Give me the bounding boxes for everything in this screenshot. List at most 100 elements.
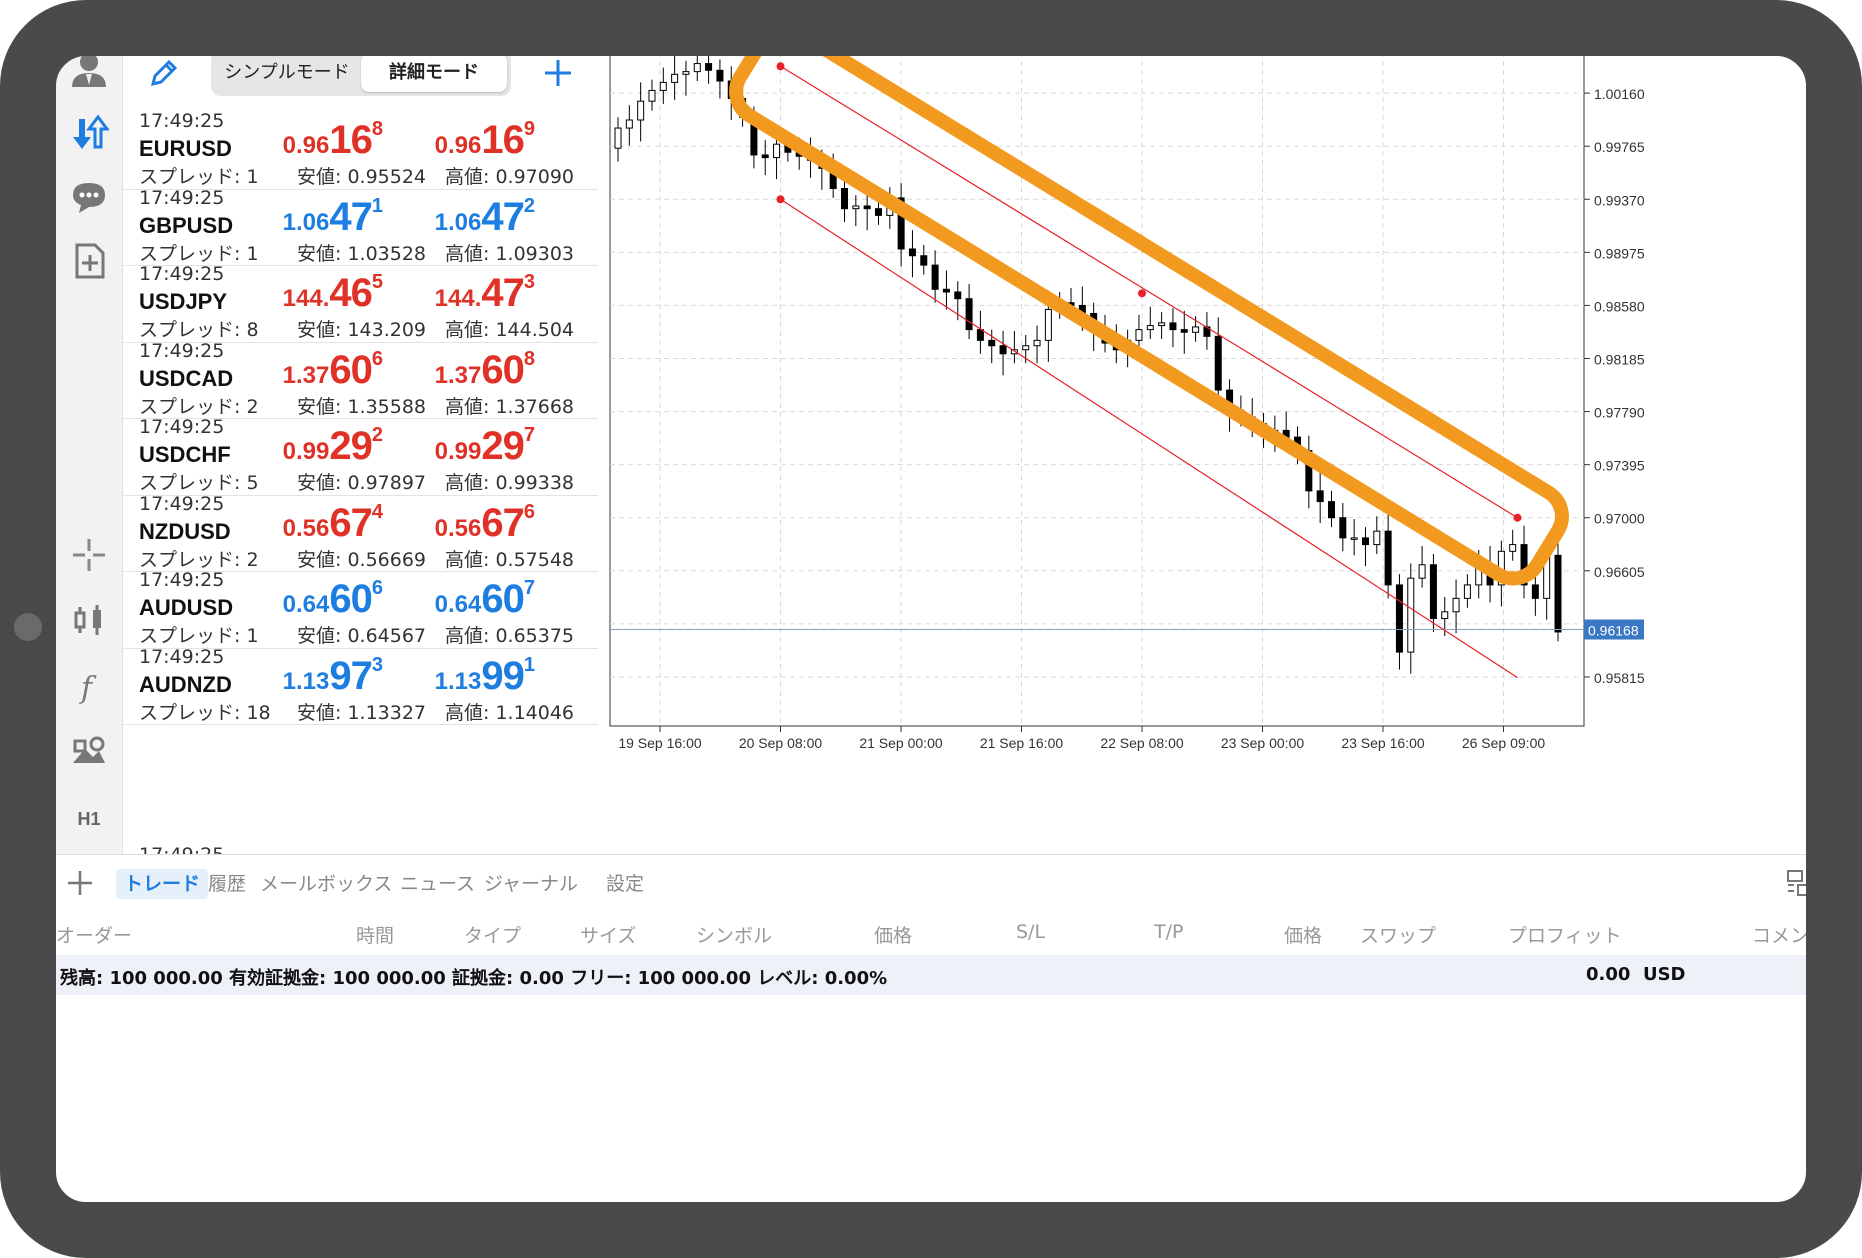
timeframe-icon[interactable]: H1: [68, 798, 110, 840]
ask-price[interactable]: 0.99297: [375, 424, 535, 469]
quote-row[interactable]: 17:49:25 GBPUSD スプレッド: 1 安値: 1.03528 高値: 1.0…: [123, 187, 598, 266]
tab-journal[interactable]: ジャーナル: [476, 869, 586, 899]
quote-low: 安値: 1.13327: [297, 701, 427, 724]
col-order[interactable]: オーダー: [56, 921, 132, 948]
price-chart[interactable]: 1.00555 1.00160 0.99765 0.99370 0.98975 0.985…: [604, 34, 1828, 854]
bid-price[interactable]: 1.06471: [223, 195, 383, 240]
tab-mailbox[interactable]: メールボックス: [252, 869, 400, 899]
col-type[interactable]: タイプ: [464, 921, 521, 948]
ask-price[interactable]: 1.37608: [375, 348, 535, 393]
ask-price[interactable]: 1.06472: [375, 195, 535, 240]
candle-body: [693, 63, 701, 73]
col-size[interactable]: サイズ: [580, 921, 636, 948]
ask-price-point: 7: [523, 424, 535, 446]
col-sl[interactable]: S/L: [1016, 921, 1045, 943]
col-time[interactable]: 時間: [356, 921, 394, 948]
quote-row[interactable]: 17:49:25 USDCAD スプレッド: 2 安値: 1.35588 高値: 1.3…: [123, 340, 598, 419]
candle-body: [1554, 554, 1562, 633]
channel-anchor-point: [776, 195, 785, 204]
candle-body: [1339, 517, 1347, 539]
objects-icon[interactable]: [68, 732, 110, 774]
candle-body: [1384, 530, 1392, 586]
candle-body: [1395, 584, 1403, 653]
new-order-icon[interactable]: [68, 240, 110, 282]
bid-price[interactable]: 1.37606: [223, 348, 383, 393]
col-tp[interactable]: T/P: [1154, 921, 1183, 943]
edit-icon[interactable]: [147, 56, 181, 90]
tab-news[interactable]: ニュース: [392, 869, 483, 899]
x-tick-label: 22 Sep 08:00: [1100, 735, 1184, 751]
add-order-icon[interactable]: [64, 867, 96, 899]
quote-symbol: USDJPY: [139, 289, 228, 314]
simple-mode-tab[interactable]: シンプルモード: [215, 54, 359, 92]
bid-price[interactable]: 0.64606: [223, 577, 383, 622]
x-tick-label: 23 Sep 00:00: [1221, 735, 1305, 751]
ask-price[interactable]: 1.13991: [375, 654, 535, 699]
channel-anchor-point: [1138, 289, 1146, 298]
channel-anchor-point: [776, 62, 785, 71]
bid-price[interactable]: 0.99292: [223, 424, 383, 469]
detailed-mode-tab[interactable]: 詳細モード: [361, 54, 507, 92]
chart-type-icon[interactable]: [68, 600, 110, 642]
chat-icon[interactable]: [68, 176, 110, 218]
quote-row[interactable]: 17:49:25 USDJPY スプレッド: 8 安値: 143.209 高値: 144…: [123, 263, 598, 343]
add-symbol-icon[interactable]: [541, 56, 575, 90]
col-swap[interactable]: スワップ: [1360, 921, 1436, 948]
y-tick-label: 0.97395: [1594, 458, 1645, 474]
col-profit[interactable]: プロフィット: [1508, 921, 1622, 948]
quote-row[interactable]: 17:49:25 USDCHF スプレッド: 5 安値: 0.97897 高値: 0.9…: [123, 416, 598, 496]
candle-body: [942, 288, 950, 293]
candle-body: [1429, 564, 1437, 620]
candle-body: [1441, 611, 1449, 620]
bid-price[interactable]: 144.465: [223, 271, 383, 316]
ask-price[interactable]: 0.56676: [375, 501, 535, 546]
candle-body: [1452, 597, 1460, 613]
bid-price-prefix: 1.13: [282, 667, 330, 695]
candle-body: [671, 73, 679, 83]
balance-text: 残高: 100 000.00 有効証拠金: 100 000.00 証拠金: 0.…: [60, 968, 888, 989]
bid-price-prefix: 0.56: [282, 514, 330, 542]
ask-price[interactable]: 0.64607: [375, 577, 535, 622]
bid-price[interactable]: 1.13973: [223, 654, 383, 699]
bid-price-pips: 47: [329, 194, 372, 239]
orders-table-header: オーダー 時間 タイプ サイズ シンボル 価格 S/L T/P 価格 スワップ …: [56, 915, 1828, 951]
crosshair-icon[interactable]: [68, 534, 110, 576]
y-tick-label: 0.98975: [1594, 245, 1645, 261]
quote-row[interactable]: 17:49:25 AUDNZD スプレッド: 18 安値: 1.13327 高値: 1.…: [123, 646, 598, 725]
tab-trade[interactable]: トレード: [116, 869, 209, 899]
ask-price-point: 3: [523, 271, 535, 293]
layout-icon[interactable]: [1784, 867, 1816, 899]
bid-price-pips: 46: [329, 271, 372, 315]
quote-symbol: USDCAD: [139, 365, 234, 391]
bid-price-prefix: 0.99: [282, 438, 330, 465]
quotes-icon[interactable]: [68, 112, 110, 154]
bid-price-prefix: 0.96: [282, 132, 330, 159]
quote-row[interactable]: 17:49:25 EURUSD スプレッド: 1 安値: 0.95524 高値: 0.9…: [123, 110, 598, 190]
ask-price-pips: 47: [481, 271, 524, 315]
col-symbol[interactable]: シンボル: [696, 921, 772, 948]
svg-text:f: f: [79, 671, 97, 706]
bid-price-pips: 16: [329, 118, 372, 162]
ask-price[interactable]: 144.473: [375, 271, 535, 316]
ask-price-point: 2: [523, 194, 535, 217]
col-price[interactable]: 価格: [874, 921, 912, 948]
quote-row[interactable]: 17:49:25 NZDUSD スプレッド: 2 安値: 0.56669 高値: 0.5…: [123, 493, 598, 572]
tab-settings[interactable]: 設定: [598, 869, 652, 899]
ask-price[interactable]: 0.96169: [375, 118, 535, 163]
col-current-price[interactable]: 価格: [1284, 921, 1322, 948]
candle-body: [1531, 584, 1539, 599]
quote-time: 17:49:25: [139, 569, 225, 591]
tab-history[interactable]: 履歴: [200, 869, 254, 899]
candle-body: [1316, 490, 1324, 503]
quote-row[interactable]: 17:49:25 AUDUSD スプレッド: 1 安値: 0.64567 高値: 0.6…: [123, 569, 598, 649]
chart-canvas[interactable]: 1.00555 1.00160 0.99765 0.99370 0.98975 0.985…: [604, 34, 1828, 854]
partial-row-time: 17:49:25: [139, 844, 224, 854]
col-comment[interactable]: コメント: [1752, 921, 1828, 948]
candle-body: [908, 248, 916, 257]
bid-price[interactable]: 0.56674: [223, 501, 383, 546]
quote-high: 高値: 0.99338: [445, 472, 575, 494]
quote-high: 高値: 144.504: [445, 319, 575, 341]
account-icon[interactable]: [68, 48, 110, 90]
indicator-icon[interactable]: f: [68, 666, 110, 708]
bid-price[interactable]: 0.96168: [223, 118, 383, 163]
